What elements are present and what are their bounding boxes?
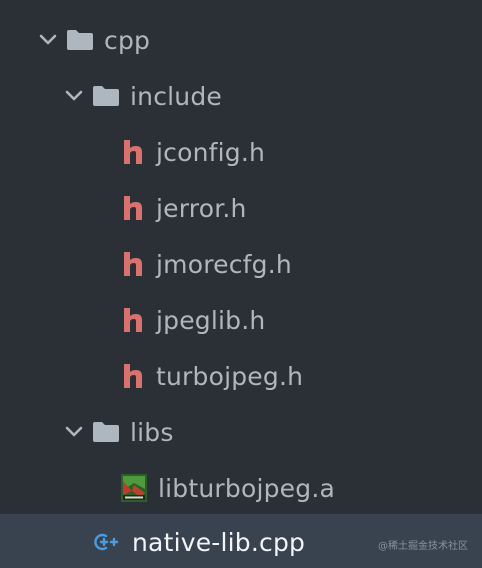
chevron-down-icon[interactable] [64, 422, 84, 442]
tree-item-cpp-folder[interactable]: cpp [0, 12, 482, 68]
chevron-down-icon[interactable] [38, 30, 58, 50]
tree-item-label: jerror.h [156, 193, 247, 223]
tree-item-lib-file[interactable]: libturbojpeg.a [0, 460, 482, 516]
chevron-down-icon[interactable] [64, 86, 84, 106]
tree-item-libs-folder[interactable]: libs [0, 404, 482, 460]
folder-icon [66, 29, 94, 51]
header-file-icon [120, 194, 146, 222]
header-file-icon [120, 250, 146, 278]
tree-item-label: cpp [104, 25, 151, 55]
archive-icon [120, 473, 148, 503]
tree-item-label: jconfig.h [156, 137, 266, 167]
tree-item-label: jpeglib.h [156, 305, 266, 335]
tree-item-header-file[interactable]: turbojpeg.h [0, 348, 482, 404]
watermark: @稀土掘金技术社区 [378, 541, 468, 552]
tree-item-label: libs [130, 417, 174, 447]
folder-icon [92, 421, 120, 443]
tree-item-label: libturbojpeg.a [158, 473, 335, 503]
header-file-icon [120, 138, 146, 166]
tree-item-label: include [130, 81, 222, 111]
tree-item-header-file[interactable]: jpeglib.h [0, 292, 482, 348]
tree-item-header-file[interactable]: jerror.h [0, 180, 482, 236]
project-tree: cpp include jconfig.h jerror.h jmorecfg.… [0, 0, 482, 568]
header-file-icon [120, 362, 146, 390]
folder-icon [92, 85, 120, 107]
tree-item-include-folder[interactable]: include [0, 68, 482, 124]
cpp-file-icon [92, 528, 124, 556]
tree-item-label: jmorecfg.h [156, 249, 292, 279]
tree-item-header-file[interactable]: jmorecfg.h [0, 236, 482, 292]
tree-item-header-file[interactable]: jconfig.h [0, 124, 482, 180]
header-file-icon [120, 306, 146, 334]
tree-item-label: turbojpeg.h [156, 361, 304, 391]
tree-item-label: native-lib.cpp [132, 527, 306, 557]
